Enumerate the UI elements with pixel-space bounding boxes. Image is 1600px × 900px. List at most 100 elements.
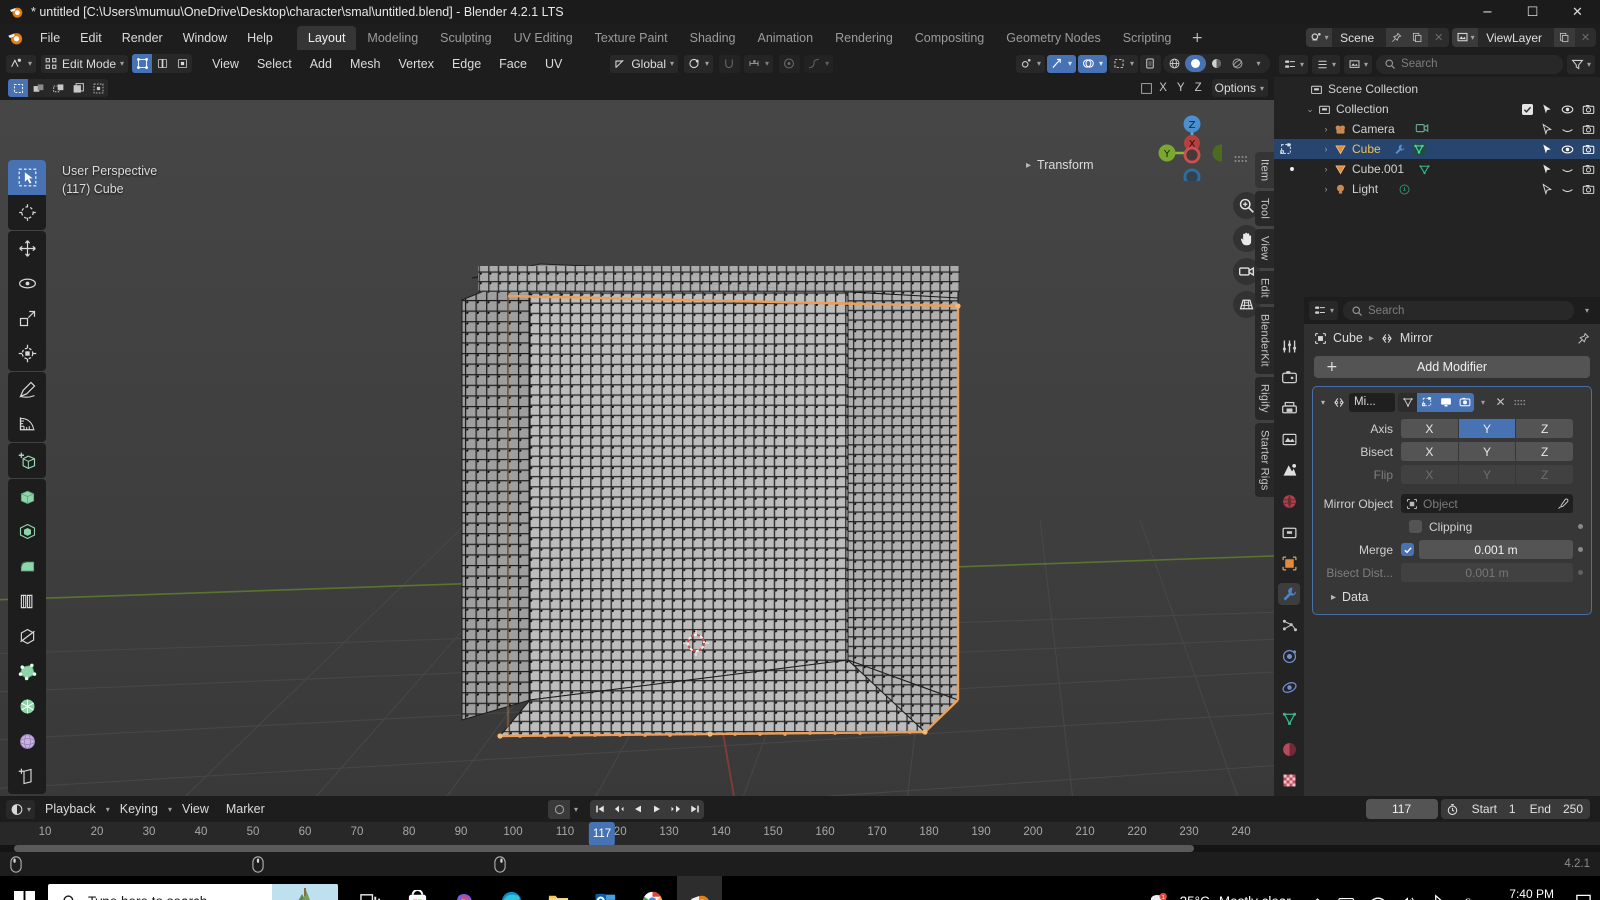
edge-icon[interactable]	[489, 876, 534, 900]
weather-widget[interactable]: 1 25°C Mostly clear	[1137, 891, 1303, 900]
select-extend-icon[interactable]	[28, 79, 48, 97]
proportional-falloff-selector[interactable]: ▾	[804, 54, 834, 73]
collection-expand-icon[interactable]: ⌄	[1304, 104, 1316, 115]
outliner-display-mode-icon[interactable]: ▾	[1312, 54, 1341, 74]
select-subtract-icon[interactable]	[48, 79, 68, 97]
transform-panel-header[interactable]: ▸ Transform	[1026, 158, 1094, 172]
viewport-menu-mesh[interactable]: Mesh	[342, 55, 389, 73]
cube-mesh-data-icon[interactable]	[1412, 142, 1426, 156]
camera-visibility-icon[interactable]	[1561, 123, 1574, 136]
playhead[interactable]: 117	[588, 822, 616, 846]
vertex-select-mode-icon[interactable]	[132, 54, 153, 73]
timeline-menu-playback[interactable]: Playback	[38, 800, 103, 818]
rendered-shading-icon[interactable]	[1227, 55, 1248, 72]
auto-keying-toggle[interactable]	[548, 799, 570, 819]
sidebar-tab-tool[interactable]: Tool	[1255, 191, 1274, 227]
pivot-point-selector[interactable]: ▾	[684, 54, 714, 73]
show-hidden-icons-chevron-up-icon[interactable]	[1303, 876, 1333, 900]
timeline-editor-type-icon[interactable]: ▾	[6, 799, 36, 819]
playback-caret-icon[interactable]: ▾	[106, 805, 110, 814]
object-tab[interactable]	[1278, 552, 1300, 574]
menu-edit[interactable]: Edit	[70, 27, 112, 49]
previous-keyframe-button[interactable]	[609, 800, 628, 819]
world-tab[interactable]	[1278, 490, 1300, 512]
physics-tab[interactable]	[1278, 645, 1300, 667]
particles-tab[interactable]	[1278, 614, 1300, 636]
camera-expand-icon[interactable]: ›	[1320, 124, 1332, 134]
new-scene-icon[interactable]	[1407, 28, 1429, 47]
timeline-menu-view[interactable]: View	[175, 800, 216, 818]
cube-selectable-icon[interactable]	[1541, 143, 1553, 155]
toggle-xray-button[interactable]	[1140, 54, 1161, 73]
modifier-extras-caret[interactable]: ▾	[1477, 398, 1489, 407]
modifier-name-field[interactable]: Mi...	[1349, 392, 1395, 412]
workspace-tab-rendering[interactable]: Rendering	[824, 26, 904, 50]
workspace-tab-geometry-nodes[interactable]: Geometry Nodes	[995, 26, 1111, 50]
scene-browse-icon[interactable]: ▾	[1306, 28, 1333, 47]
viewport-menu-uv[interactable]: UV	[537, 55, 570, 73]
delete-viewlayer-icon[interactable]: ✕	[1575, 28, 1596, 47]
shading-options-caret[interactable]: ▾	[1248, 55, 1269, 72]
select-intersect-icon[interactable]	[88, 79, 108, 97]
render-toggle[interactable]	[1455, 392, 1474, 412]
timeline-scrollbar-thumb[interactable]	[14, 845, 1194, 852]
outliner-search-input[interactable]: Search	[1376, 54, 1563, 74]
axis-y-toggle[interactable]: Y	[1173, 82, 1189, 94]
new-viewlayer-icon[interactable]	[1554, 28, 1575, 47]
workspace-tab-compositing[interactable]: Compositing	[904, 26, 995, 50]
interaction-mode-selector[interactable]: Edit Mode ▾	[41, 54, 129, 73]
cube-001-selectable-icon[interactable]	[1541, 163, 1553, 175]
timeline-scrollbar[interactable]	[0, 845, 1600, 852]
viewlayer-selector[interactable]: ▾ ViewLayer ✕	[1452, 28, 1596, 47]
gizmo-toggle[interactable]: ▾	[1046, 54, 1076, 73]
copilot-icon[interactable]	[442, 876, 487, 900]
annotate-tool-button[interactable]	[8, 372, 46, 407]
inset-faces-tool-button[interactable]	[8, 514, 46, 549]
cube-modifier-icon[interactable]	[1393, 143, 1406, 156]
cube-001-expand-icon[interactable]: ›	[1320, 164, 1332, 174]
collection-checkbox[interactable]	[1522, 103, 1533, 115]
menu-help[interactable]: Help	[237, 27, 283, 49]
minimize-button[interactable]: −	[1465, 0, 1510, 24]
edit-mode-toggle[interactable]	[1417, 392, 1436, 412]
bluetooth-pen-icon[interactable]	[1423, 876, 1453, 900]
use-preview-range-icon[interactable]	[1441, 803, 1465, 816]
menu-file[interactable]: File	[30, 27, 70, 49]
light-data-icon[interactable]	[1398, 183, 1411, 196]
workspace-tab-layout[interactable]: Layout	[296, 25, 357, 50]
rotate-tool-button[interactable]	[8, 266, 46, 301]
options-dropdown[interactable]: Options ▾	[1211, 79, 1268, 97]
editor-type-selector[interactable]: ▾	[6, 54, 37, 73]
cube-001-render-icon[interactable]	[1582, 163, 1595, 176]
task-view-icon[interactable]	[348, 876, 393, 900]
bisect-x-button[interactable]: X	[1401, 442, 1458, 461]
modifier-drag-grip-icon[interactable]	[1514, 399, 1526, 406]
remove-modifier-button[interactable]: ✕	[1492, 395, 1509, 409]
timeline-menu-marker[interactable]: Marker	[219, 800, 272, 818]
play-reverse-button[interactable]	[628, 800, 647, 819]
flip-z-button[interactable]: Z	[1516, 465, 1574, 484]
add-modifier-button[interactable]: + Add Modifier	[1314, 356, 1590, 378]
extrude-region-tool-button[interactable]	[8, 479, 46, 514]
camera-render-icon[interactable]	[1582, 123, 1595, 136]
panel-grip-icon[interactable]	[1234, 155, 1248, 163]
auto-keying-caret-icon[interactable]: ▾	[574, 805, 578, 814]
blender-icon[interactable]	[677, 876, 722, 900]
outliner-filter-icon[interactable]: ▾	[1566, 54, 1595, 74]
texture-tab[interactable]	[1278, 769, 1300, 791]
properties-editor-type-icon[interactable]: ▾	[1309, 301, 1339, 320]
constraints-tab[interactable]	[1278, 676, 1300, 698]
move-tool-button[interactable]	[8, 231, 46, 266]
timeline-ruler[interactable]: 10 20 30 40 50 60 70 80 90 100 110 120 1…	[0, 822, 1600, 846]
merge-animate-dot[interactable]	[1578, 547, 1583, 552]
snap-toggle[interactable]	[719, 54, 741, 73]
wireframe-shading-icon[interactable]	[1164, 55, 1185, 72]
blender-menu-logo-icon[interactable]	[6, 29, 24, 47]
axis-z-button[interactable]: Z	[1516, 419, 1574, 438]
transform-orientation-selector[interactable]: Global ▾	[610, 54, 679, 73]
breadcrumb-object-name[interactable]: Cube	[1333, 331, 1363, 345]
properties-search-input[interactable]: Search	[1343, 301, 1574, 320]
on-cage-toggle[interactable]	[1398, 393, 1417, 412]
xray-toggle[interactable]: ▾	[1108, 54, 1138, 73]
mirror-object-field[interactable]: Object	[1401, 494, 1573, 513]
